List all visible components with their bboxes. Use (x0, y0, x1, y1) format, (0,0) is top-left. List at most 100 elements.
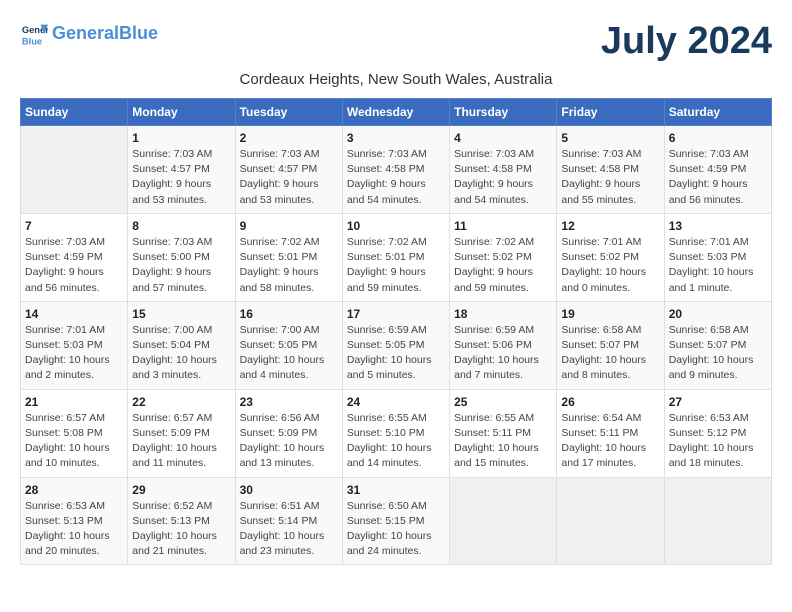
calendar-cell (450, 477, 557, 565)
day-info: Sunrise: 7:01 AM Sunset: 5:03 PM Dayligh… (669, 235, 767, 296)
week-row-5: 28Sunrise: 6:53 AM Sunset: 5:13 PM Dayli… (21, 477, 772, 565)
week-row-2: 7 Sunrise: 7:03 AM Sunset: 4:59 PM Daylig… (21, 213, 772, 301)
day-number: 30 (240, 483, 338, 497)
day-info: Sunrise: 7:01 AM Sunset: 5:03 PM Dayligh… (25, 323, 123, 384)
calendar-cell: 19Sunrise: 6:58 AM Sunset: 5:07 PM Dayli… (557, 301, 664, 389)
day-number: 12 (561, 219, 659, 233)
day-info: Sunrise: 6:58 AM Sunset: 5:07 PM Dayligh… (561, 323, 659, 384)
week-row-1: 1Sunrise: 7:03 AM Sunset: 4:57 PM Daylig… (21, 126, 772, 214)
calendar-table: SundayMondayTuesdayWednesdayThursdayFrid… (20, 98, 772, 565)
day-number: 5 (561, 131, 659, 145)
day-info: Sunrise: 6:50 AM Sunset: 5:15 PM Dayligh… (347, 499, 445, 560)
day-number: 7 (25, 219, 123, 233)
days-of-week-row: SundayMondayTuesdayWednesdayThursdayFrid… (21, 99, 772, 126)
day-number: 13 (669, 219, 767, 233)
day-info: Sunrise: 7:02 AM Sunset: 5:02 PM Dayligh… (454, 235, 552, 296)
day-number: 20 (669, 307, 767, 321)
day-info: Sunrise: 7:03 AM Sunset: 4:57 PM Dayligh… (132, 147, 230, 208)
calendar-cell: 14 Sunrise: 7:01 AM Sunset: 5:03 PM Dayli… (21, 301, 128, 389)
calendar-cell: 12 Sunrise: 7:01 AM Sunset: 5:02 PM Dayli… (557, 213, 664, 301)
day-info: Sunrise: 7:01 AM Sunset: 5:02 PM Dayligh… (561, 235, 659, 296)
day-number: 16 (240, 307, 338, 321)
day-number: 10 (347, 219, 445, 233)
calendar-cell: 31Sunrise: 6:50 AM Sunset: 5:15 PM Dayli… (342, 477, 449, 565)
day-info: Sunrise: 6:57 AM Sunset: 5:09 PM Dayligh… (132, 411, 230, 472)
header-saturday: Saturday (664, 99, 771, 126)
day-number: 9 (240, 219, 338, 233)
calendar-cell: 29 Sunrise: 6:52 AM Sunset: 5:13 PM Dayli… (128, 477, 235, 565)
header-thursday: Thursday (450, 99, 557, 126)
day-number: 18 (454, 307, 552, 321)
day-info: Sunrise: 7:03 AM Sunset: 5:00 PM Dayligh… (132, 235, 230, 296)
day-number: 8 (132, 219, 230, 233)
calendar-cell: 26Sunrise: 6:54 AM Sunset: 5:11 PM Dayli… (557, 389, 664, 477)
calendar-cell (664, 477, 771, 565)
calendar-cell: 28Sunrise: 6:53 AM Sunset: 5:13 PM Dayli… (21, 477, 128, 565)
day-info: Sunrise: 6:58 AM Sunset: 5:07 PM Dayligh… (669, 323, 767, 384)
calendar-cell: 16 Sunrise: 7:00 AM Sunset: 5:05 PM Dayli… (235, 301, 342, 389)
calendar-cell: 11Sunrise: 7:02 AM Sunset: 5:02 PM Dayli… (450, 213, 557, 301)
svg-text:Blue: Blue (22, 36, 42, 46)
header-monday: Monday (128, 99, 235, 126)
calendar-cell: 7 Sunrise: 7:03 AM Sunset: 4:59 PM Daylig… (21, 213, 128, 301)
day-info: Sunrise: 6:55 AM Sunset: 5:10 PM Dayligh… (347, 411, 445, 472)
calendar-cell: 6 Sunrise: 7:03 AM Sunset: 4:59 PM Daylig… (664, 126, 771, 214)
calendar-cell (21, 126, 128, 214)
calendar-cell: 25 Sunrise: 6:55 AM Sunset: 5:11 PM Dayli… (450, 389, 557, 477)
header-wednesday: Wednesday (342, 99, 449, 126)
calendar-cell: 24 Sunrise: 6:55 AM Sunset: 5:10 PM Dayli… (342, 389, 449, 477)
calendar-cell: 27 Sunrise: 6:53 AM Sunset: 5:12 PM Dayli… (664, 389, 771, 477)
day-info: Sunrise: 6:56 AM Sunset: 5:09 PM Dayligh… (240, 411, 338, 472)
day-info: Sunrise: 7:03 AM Sunset: 4:59 PM Dayligh… (25, 235, 123, 296)
day-number: 27 (669, 395, 767, 409)
day-info: Sunrise: 6:57 AM Sunset: 5:08 PM Dayligh… (25, 411, 123, 472)
week-row-3: 14 Sunrise: 7:01 AM Sunset: 5:03 PM Dayli… (21, 301, 772, 389)
day-info: Sunrise: 7:02 AM Sunset: 5:01 PM Dayligh… (347, 235, 445, 296)
day-info: Sunrise: 6:59 AM Sunset: 5:05 PM Dayligh… (347, 323, 445, 384)
calendar-cell: 20 Sunrise: 6:58 AM Sunset: 5:07 PM Dayli… (664, 301, 771, 389)
day-number: 17 (347, 307, 445, 321)
day-number: 14 (25, 307, 123, 321)
day-info: Sunrise: 7:00 AM Sunset: 5:05 PM Dayligh… (240, 323, 338, 384)
calendar-cell: 10 Sunrise: 7:02 AM Sunset: 5:01 PM Dayli… (342, 213, 449, 301)
calendar-cell: 13 Sunrise: 7:01 AM Sunset: 5:03 PM Dayli… (664, 213, 771, 301)
logo-text: GeneralBlue (52, 24, 158, 44)
day-info: Sunrise: 7:03 AM Sunset: 4:57 PM Dayligh… (240, 147, 338, 208)
calendar-cell: 17 Sunrise: 6:59 AM Sunset: 5:05 PM Dayli… (342, 301, 449, 389)
day-number: 15 (132, 307, 230, 321)
day-number: 6 (669, 131, 767, 145)
day-info: Sunrise: 7:03 AM Sunset: 4:58 PM Dayligh… (347, 147, 445, 208)
calendar-cell: 9 Sunrise: 7:02 AM Sunset: 5:01 PM Daylig… (235, 213, 342, 301)
day-info: Sunrise: 7:03 AM Sunset: 4:58 PM Dayligh… (454, 147, 552, 208)
general-blue-logo-icon: General Blue (20, 20, 48, 48)
day-number: 21 (25, 395, 123, 409)
day-number: 22 (132, 395, 230, 409)
day-info: Sunrise: 6:59 AM Sunset: 5:06 PM Dayligh… (454, 323, 552, 384)
calendar-cell: 22 Sunrise: 6:57 AM Sunset: 5:09 PM Dayli… (128, 389, 235, 477)
day-number: 24 (347, 395, 445, 409)
month-title: July 2024 (601, 20, 772, 63)
day-info: Sunrise: 7:03 AM Sunset: 4:59 PM Dayligh… (669, 147, 767, 208)
calendar-cell: 2 Sunrise: 7:03 AM Sunset: 4:57 PM Daylig… (235, 126, 342, 214)
day-info: Sunrise: 6:55 AM Sunset: 5:11 PM Dayligh… (454, 411, 552, 472)
day-info: Sunrise: 7:02 AM Sunset: 5:01 PM Dayligh… (240, 235, 338, 296)
calendar-cell: 4 Sunrise: 7:03 AM Sunset: 4:58 PM Daylig… (450, 126, 557, 214)
calendar-cell: 3 Sunrise: 7:03 AM Sunset: 4:58 PM Daylig… (342, 126, 449, 214)
calendar-cell: 18 Sunrise: 6:59 AM Sunset: 5:06 PM Dayli… (450, 301, 557, 389)
day-number: 2 (240, 131, 338, 145)
week-row-4: 21 Sunrise: 6:57 AM Sunset: 5:08 PM Dayli… (21, 389, 772, 477)
calendar-cell: 15Sunrise: 7:00 AM Sunset: 5:04 PM Dayli… (128, 301, 235, 389)
day-number: 25 (454, 395, 552, 409)
day-info: Sunrise: 6:53 AM Sunset: 5:12 PM Dayligh… (669, 411, 767, 472)
calendar-cell: 1Sunrise: 7:03 AM Sunset: 4:57 PM Daylig… (128, 126, 235, 214)
header-tuesday: Tuesday (235, 99, 342, 126)
day-info: Sunrise: 6:52 AM Sunset: 5:13 PM Dayligh… (132, 499, 230, 560)
calendar-cell: 30Sunrise: 6:51 AM Sunset: 5:14 PM Dayli… (235, 477, 342, 565)
day-number: 4 (454, 131, 552, 145)
day-number: 29 (132, 483, 230, 497)
calendar-header: SundayMondayTuesdayWednesdayThursdayFrid… (21, 99, 772, 126)
location-title: Cordeaux Heights, New South Wales, Austr… (20, 71, 772, 88)
logo: General Blue GeneralBlue (20, 20, 158, 48)
day-number: 3 (347, 131, 445, 145)
header-sunday: Sunday (21, 99, 128, 126)
